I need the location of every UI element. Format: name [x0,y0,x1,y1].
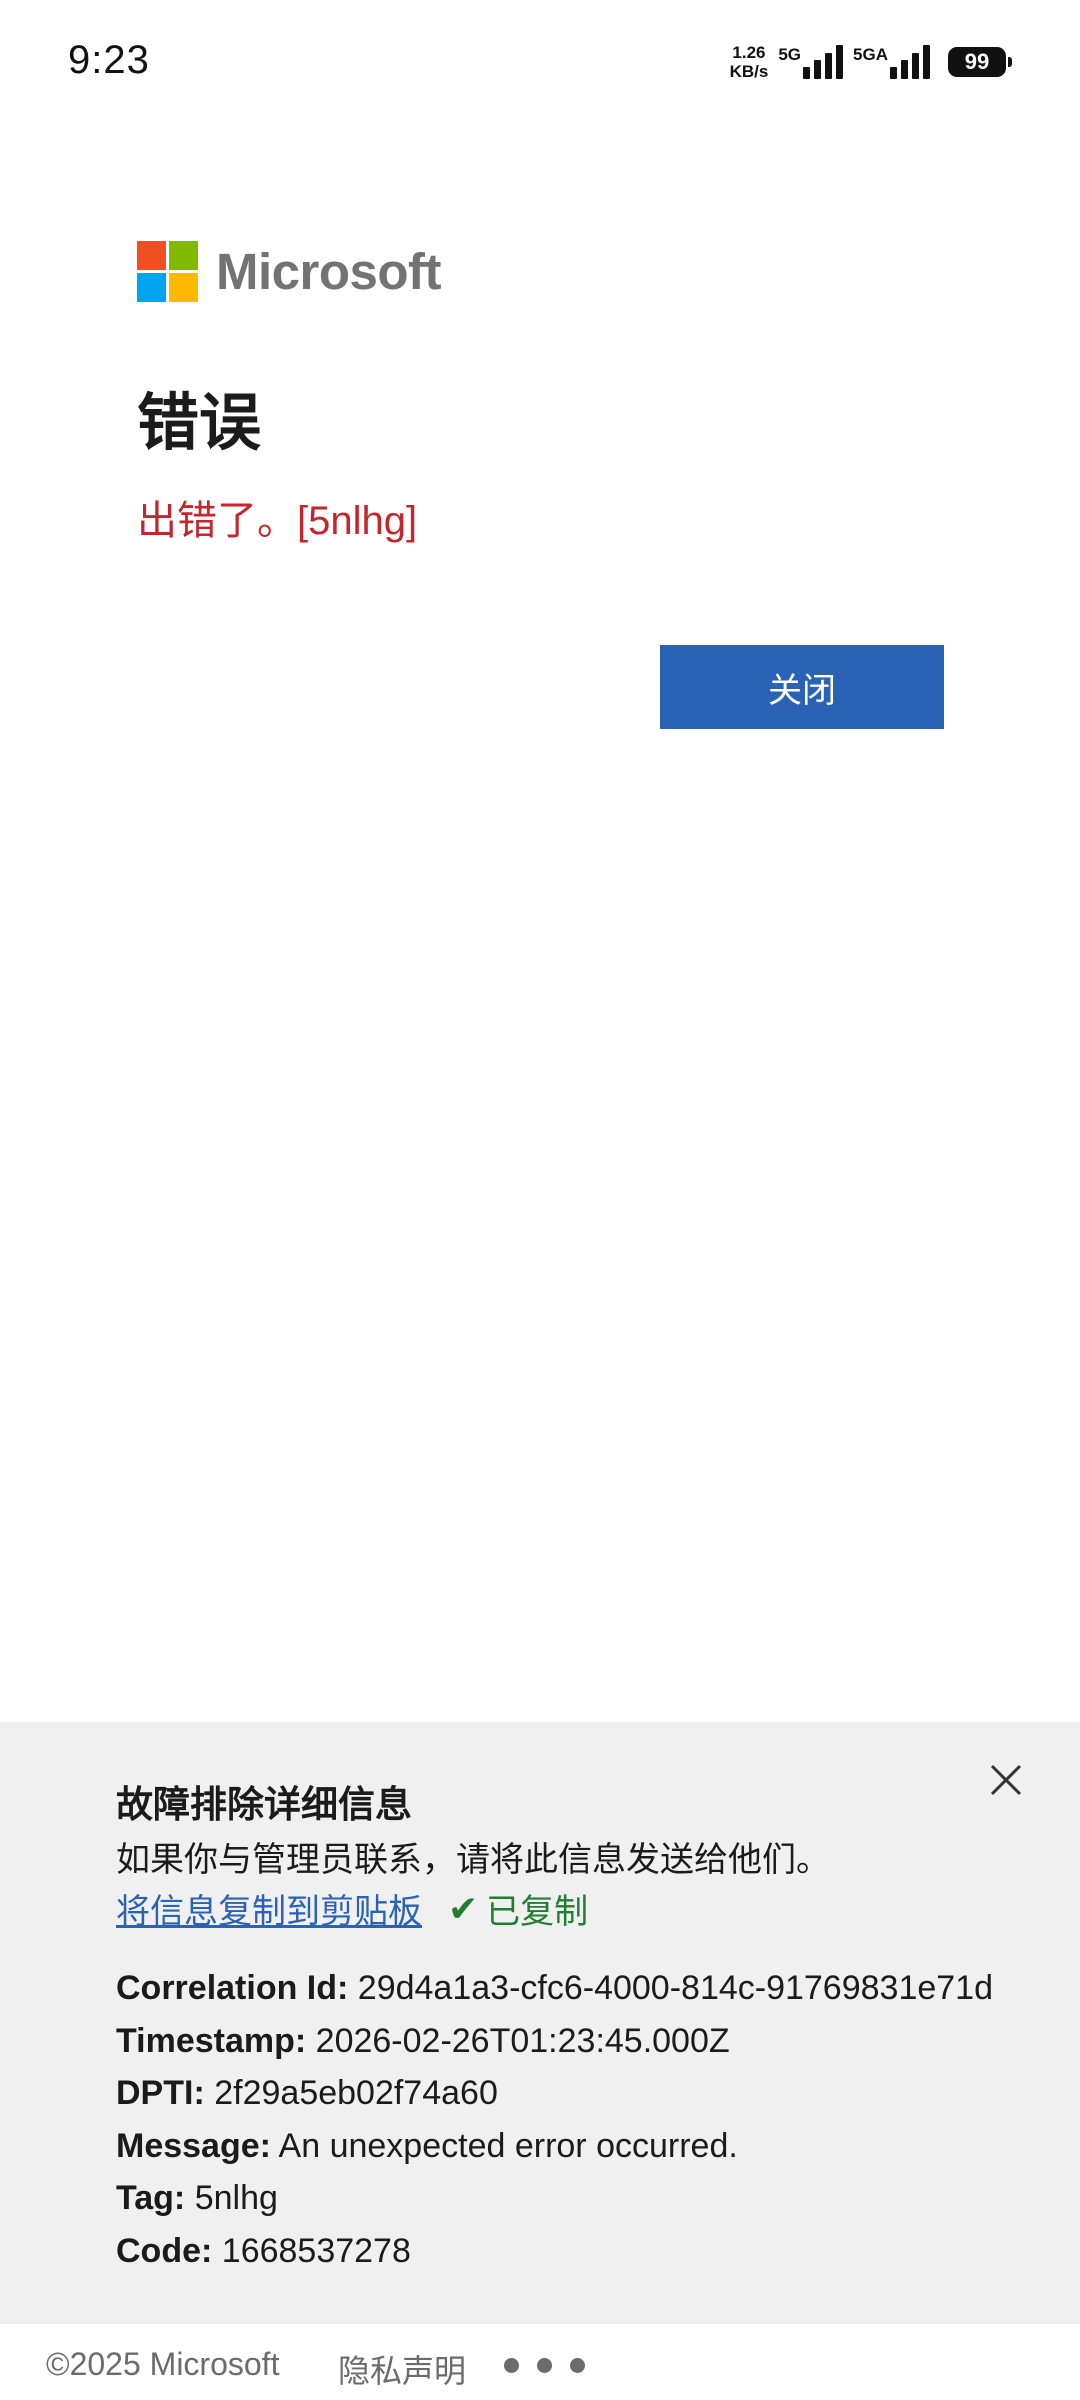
battery-level: 99 [964,49,990,74]
network-speed: 1.26 KB/s [730,43,769,81]
status-icons: 1.26 KB/s 5G 5GA 99 [730,40,1012,84]
copied-status: ✔ 已复制 [448,1884,588,1933]
battery-icon: 99 [948,47,1012,77]
check-icon: ✔ [448,1887,479,1929]
detail-message: Message: An unexpected error occurred. [116,2120,993,2173]
details-list: Correlation Id: 29d4a1a3-cfc6-4000-814c-… [116,1962,993,2277]
signal-bars-icon [890,45,930,79]
more-dots-icon[interactable] [504,2358,585,2373]
detail-key: Correlation Id: [116,1969,349,2007]
detail-value: 5nlhg [194,2179,278,2217]
sim1-label: 5G [778,45,802,64]
detail-value: 2f29a5eb02f74a60 [214,2074,498,2112]
detail-correlation-id: Correlation Id: 29d4a1a3-cfc6-4000-814c-… [116,1962,993,2015]
detail-timestamp: Timestamp: 2026-02-26T01:23:45.000Z [116,2015,993,2068]
detail-value: 2026-02-26T01:23:45.000Z [315,2021,730,2060]
sim2-label: 5GA [853,45,888,64]
close-icon[interactable] [984,1758,1028,1802]
detail-key: DPTI: [116,2074,205,2112]
troubleshooting-panel: 故障排除详细信息 如果你与管理员联系，请将此信息发送给他们。 将信息复制到剪贴板… [0,1722,1080,2324]
signal-bars-icon [803,45,844,79]
detail-key: Tag: [116,2179,186,2217]
copy-row: 将信息复制到剪贴板 ✔ 已复制 [116,1884,588,1933]
detail-tag: Tag: 5nlhg [116,2172,993,2225]
troubleshooting-subtitle: 如果你与管理员联系，请将此信息发送给他们。 [116,1841,830,1879]
detail-value: 1668537278 [221,2231,411,2270]
copy-to-clipboard-link[interactable]: 将信息复制到剪贴板 [116,1884,422,1933]
error-title: 错误 [137,389,262,458]
page: 9:23 1.26 KB/s 5G 5GA 99 Microsoft 错误 出错… [0,0,1080,2400]
error-message: 出错了。[5nlhg] [137,499,418,543]
network-speed-value: 1.26 [732,43,766,62]
detail-value: 29d4a1a3-cfc6-4000-814c-91769831e71d [357,1969,993,2007]
close-button[interactable]: 关闭 [660,645,944,729]
troubleshooting-title: 故障排除详细信息 [116,1784,412,1825]
detail-value: An unexpected error occurred. [278,2126,738,2165]
footer-copyright: ©2025 Microsoft [46,2346,280,2382]
status-bar: 9:23 1.26 KB/s 5G 5GA 99 [0,0,1080,130]
sim2-signal: 5GA [853,45,930,79]
status-time: 9:23 [68,38,150,82]
detail-key: Timestamp: [116,2021,307,2060]
privacy-link[interactable]: 隐私声明 [338,2346,466,2392]
network-speed-unit: KB/s [729,62,769,81]
footer: ©2025 Microsoft 隐私声明 [0,2324,1080,2400]
copied-label: 已复制 [486,1893,589,1931]
detail-dpti: DPTI: 2f29a5eb02f74a60 [116,2067,993,2120]
detail-key: Code: [116,2231,213,2270]
microsoft-logo: Microsoft [137,241,442,302]
microsoft-squares-icon [137,241,198,302]
detail-code: Code: 1668537278 [116,2225,993,2278]
detail-key: Message: [116,2126,271,2165]
microsoft-wordmark: Microsoft [216,243,442,300]
sim1-signal: 5G [778,45,844,79]
